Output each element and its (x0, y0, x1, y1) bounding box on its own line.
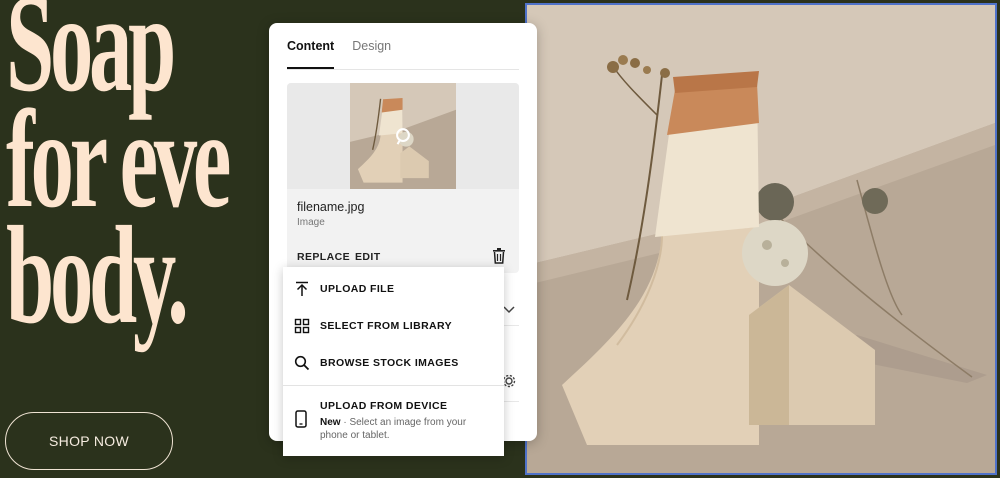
description-text: · Select an image from your phone or tab… (320, 417, 467, 441)
grid-icon (294, 318, 310, 334)
upload-icon (294, 281, 310, 297)
new-badge: New (320, 417, 341, 428)
tabs-divider (287, 69, 519, 70)
upload-from-device-description: New · Select an image from your phone or… (320, 416, 490, 442)
replace-button[interactable]: REPLACE (297, 251, 350, 263)
menu-item-upload-file[interactable]: UPLOAD FILE (283, 271, 504, 307)
phone-icon (295, 410, 307, 433)
image-preview[interactable] (287, 83, 519, 189)
panel-tabs: Content Design (287, 39, 391, 69)
tab-design[interactable]: Design (352, 39, 391, 69)
menu-item-label: UPLOAD FILE (320, 283, 395, 295)
chevron-down-icon[interactable] (503, 301, 515, 319)
menu-item-upload-from-device[interactable]: UPLOAD FROM DEVICE New · Select an image… (283, 393, 504, 453)
image-filename: filename.jpg (297, 200, 365, 214)
shop-now-button[interactable]: SHOP NOW (5, 412, 173, 470)
replace-dropdown-menu: UPLOAD FILE SELECT FROM LIBRARY BROWSE S… (283, 267, 504, 456)
menu-item-label: UPLOAD FROM DEVICE (320, 400, 448, 412)
product-photo (527, 5, 995, 473)
product-image-block[interactable] (525, 3, 997, 475)
menu-item-select-from-library[interactable]: SELECT FROM LIBRARY (283, 308, 504, 344)
image-type-label: Image (297, 217, 325, 228)
menu-item-browse-stock-images[interactable]: BROWSE STOCK IMAGES (283, 345, 504, 381)
media-card: filename.jpg Image REPLACE EDIT (287, 83, 519, 273)
trash-icon[interactable] (492, 248, 506, 264)
image-thumbnail (350, 83, 456, 189)
tab-content[interactable]: Content (287, 39, 335, 69)
edit-button[interactable]: EDIT (355, 251, 381, 263)
hero-headline: Soap for eve body. (6, 0, 231, 346)
menu-divider (283, 385, 504, 386)
menu-item-label: BROWSE STOCK IMAGES (320, 357, 459, 369)
search-icon (294, 355, 310, 371)
menu-item-label: SELECT FROM LIBRARY (320, 320, 453, 332)
